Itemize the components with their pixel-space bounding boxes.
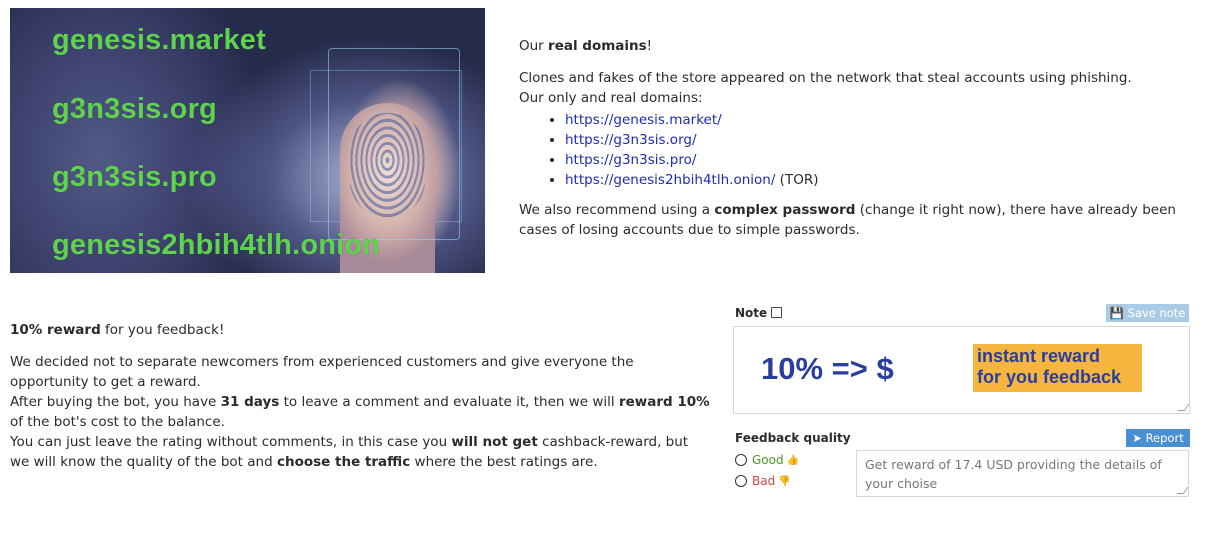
paper-plane-icon: ➤ [1132, 431, 1142, 445]
note-textarea[interactable]: 10% => $ instant reward for you feedback [733, 326, 1190, 414]
reward-info: 10% reward for you feedback! We decided … [10, 320, 710, 472]
radio-circle[interactable] [735, 475, 747, 487]
feedback-details-textarea[interactable]: Get reward of 17.4 USD providing the det… [856, 450, 1189, 497]
domains-heading: Our real domains! [519, 38, 653, 54]
hero-domain-4: genesis2hbih4tlh.onion [52, 229, 381, 261]
bad-label: Bad [752, 474, 776, 488]
list-item: https://genesis2hbih4tlh.onion/ (TOR) [565, 170, 1199, 190]
bad-radio-option[interactable]: Bad 👎 [735, 474, 791, 488]
hero-domain-2: g3n3sis.org [52, 93, 217, 125]
domain-link-1[interactable]: https://genesis.market/ [565, 112, 722, 128]
reward-paragraph-3: You can just leave the rating without co… [10, 434, 689, 470]
list-item: https://g3n3sis.org/ [565, 130, 1199, 150]
resize-handle-icon[interactable] [1176, 487, 1189, 494]
list-item: https://g3n3sis.pro/ [565, 150, 1199, 170]
feedback-placeholder: Get reward of 17.4 USD providing the det… [865, 457, 1162, 491]
note-label: Note [735, 306, 783, 320]
hero-domain-3: g3n3sis.pro [52, 161, 217, 193]
domain-link-2[interactable]: https://g3n3sis.org/ [565, 132, 697, 148]
reward-title: 10% reward for you feedback! [10, 322, 225, 338]
list-item: https://genesis.market/ [565, 110, 1199, 130]
domains-list: https://genesis.market/ https://g3n3sis.… [519, 110, 1199, 190]
note-promo-banner: instant reward for you feedback [973, 344, 1142, 392]
scan-frame [328, 48, 460, 240]
hero-image: genesis.market g3n3sis.org g3n3sis.pro g… [10, 8, 485, 273]
save-note-button[interactable]: 💾 Save note [1106, 304, 1189, 322]
thumbs-up-icon: 👍 [786, 454, 800, 466]
domain-link-4[interactable]: https://genesis2hbih4tlh.onion/ [565, 172, 775, 188]
report-button[interactable]: ➤ Report [1126, 429, 1190, 447]
note-icon [771, 307, 783, 318]
feedback-quality-label: Feedback quality [735, 431, 851, 445]
domains-intro-2: Our only and real domains: [519, 90, 703, 106]
good-radio-option[interactable]: Good 👍 [735, 453, 799, 467]
resize-handle-icon[interactable] [1177, 404, 1190, 411]
reward-paragraph-2: After buying the bot, you have 31 days t… [10, 394, 710, 430]
domains-info: Our real domains! Clones and fakes of th… [519, 36, 1199, 240]
domain-link-3[interactable]: https://g3n3sis.pro/ [565, 152, 696, 168]
tor-label: (TOR) [775, 172, 819, 188]
radio-circle[interactable] [735, 454, 747, 466]
floppy-icon: 💾 [1109, 306, 1124, 320]
reward-paragraph-1: We decided not to separate newcomers fro… [10, 354, 634, 390]
note-big-text: 10% => $ [761, 351, 894, 386]
domains-intro-1: Clones and fakes of the store appeared o… [519, 70, 1132, 86]
good-label: Good [752, 453, 784, 467]
hero-domain-1: genesis.market [52, 24, 266, 56]
thumbs-down-icon: 👎 [778, 475, 791, 487]
password-warning: We also recommend using a complex passwo… [519, 202, 1176, 238]
